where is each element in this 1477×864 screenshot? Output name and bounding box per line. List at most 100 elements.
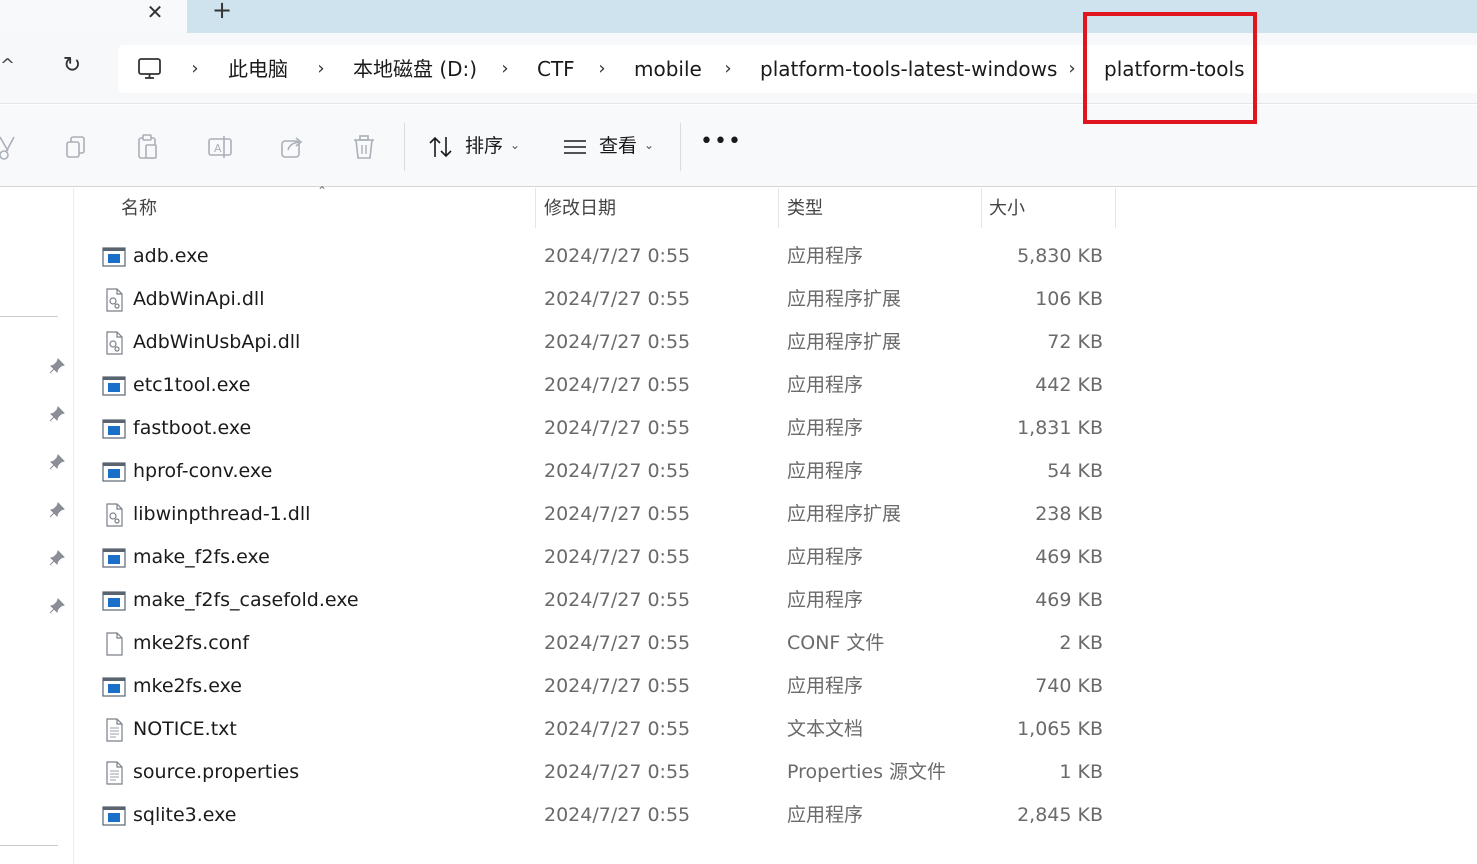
column-header-name[interactable]: 名称	[113, 188, 533, 230]
file-name: sqlite3.exe	[133, 804, 237, 826]
copy-icon[interactable]	[63, 133, 89, 161]
file-row[interactable]: NOTICE.txt 2024/7/27 0:55 文本文档 1,065 KB	[75, 708, 1115, 751]
monitor-icon[interactable]	[137, 57, 163, 81]
close-icon[interactable]: ✕	[143, 2, 167, 24]
breadcrumb-item-platform-tools[interactable]: platform-tools	[1104, 55, 1245, 83]
refresh-icon[interactable]: ↻	[58, 53, 86, 83]
file-name: mke2fs.exe	[133, 675, 242, 697]
sort-button[interactable]: 排序	[465, 134, 503, 158]
file-name: AdbWinUsbApi.dll	[133, 331, 301, 353]
view-icon[interactable]	[562, 133, 588, 161]
breadcrumb-item-this-pc[interactable]: 此电脑	[228, 55, 288, 83]
file-row[interactable]: make_f2fs_casefold.exe 2024/7/27 0:55 应用程序…	[75, 579, 1115, 622]
pin-icon[interactable]	[48, 357, 66, 375]
exe-file-icon	[102, 548, 126, 568]
command-bar: A 排序 ⌄ 查看 ⌄ •••	[0, 105, 1477, 187]
column-header-size[interactable]: 大小	[981, 188, 1115, 230]
breadcrumb-item-ctf[interactable]: CTF	[537, 55, 575, 83]
chevron-down-icon: ⌄	[644, 138, 655, 152]
file-row[interactable]: sqlite3.exe 2024/7/27 0:55 应用程序 2,845 KB	[75, 794, 1115, 837]
file-type: 应用程序扩展	[787, 288, 902, 310]
file-size: 106 KB	[1035, 288, 1103, 310]
file-row[interactable]: adb.exe 2024/7/27 0:55 应用程序 5,830 KB	[75, 235, 1115, 278]
column-resize-handle[interactable]	[1115, 188, 1116, 228]
pin-icon[interactable]	[48, 597, 66, 615]
sort-icon[interactable]	[428, 133, 454, 161]
file-row[interactable]: source.properties 2024/7/27 0:55 Propertie…	[75, 751, 1115, 794]
share-icon[interactable]	[279, 133, 305, 161]
pane-divider	[0, 316, 58, 317]
up-arrow-icon[interactable]: ^	[0, 55, 16, 81]
file-row[interactable]: etc1tool.exe 2024/7/27 0:55 应用程序 442 KB	[75, 364, 1115, 407]
file-size: 238 KB	[1035, 503, 1103, 525]
rename-icon[interactable]: A	[207, 133, 233, 161]
file-date: 2024/7/27 0:55	[544, 718, 691, 740]
file-size: 469 KB	[1035, 589, 1103, 611]
file-date: 2024/7/27 0:55	[544, 761, 691, 783]
breadcrumb-separator[interactable]: ›	[188, 55, 202, 83]
exe-file-icon	[102, 419, 126, 439]
exe-file-icon	[102, 591, 126, 611]
file-row[interactable]: libwinpthread-1.dll 2024/7/27 0:55 应用程序扩展 2…	[75, 493, 1115, 536]
file-row[interactable]: AdbWinUsbApi.dll 2024/7/27 0:55 应用程序扩展 72 K…	[75, 321, 1115, 364]
new-tab-button[interactable]: +	[208, 0, 236, 24]
file-name: make_f2fs.exe	[133, 546, 270, 568]
chevron-down-icon: ⌄	[510, 138, 521, 152]
file-size: 2 KB	[1059, 632, 1103, 654]
file-row[interactable]: AdbWinApi.dll 2024/7/27 0:55 应用程序扩展 106 KB	[75, 278, 1115, 321]
dll-file-icon	[106, 503, 123, 527]
exe-file-icon	[102, 806, 126, 826]
file-date: 2024/7/27 0:55	[544, 632, 691, 654]
more-options-icon[interactable]: •••	[700, 131, 741, 161]
breadcrumb-separator[interactable]: ›	[498, 55, 512, 83]
file-row[interactable]: make_f2fs.exe 2024/7/27 0:55 应用程序 469 KB	[75, 536, 1115, 579]
view-button[interactable]: 查看	[599, 134, 637, 158]
file-date: 2024/7/27 0:55	[544, 331, 691, 353]
dll-file-icon	[106, 288, 123, 312]
delete-icon[interactable]	[351, 133, 377, 161]
file-date: 2024/7/27 0:55	[544, 460, 691, 482]
breadcrumb-item-drive-d[interactable]: 本地磁盘 (D:)	[353, 55, 477, 83]
file-date: 2024/7/27 0:55	[544, 546, 691, 568]
file-size: 469 KB	[1035, 546, 1103, 568]
file-row[interactable]: mke2fs.exe 2024/7/27 0:55 应用程序 740 KB	[75, 665, 1115, 708]
exe-file-icon	[102, 247, 126, 267]
file-type: 应用程序	[787, 675, 864, 697]
breadcrumb-separator[interactable]: ›	[1065, 55, 1079, 83]
pin-icon[interactable]	[48, 453, 66, 471]
file-size: 740 KB	[1035, 675, 1103, 697]
file-row[interactable]: fastboot.exe 2024/7/27 0:55 应用程序 1,831 KB	[75, 407, 1115, 450]
file-date: 2024/7/27 0:55	[544, 374, 691, 396]
cut-icon[interactable]	[0, 133, 20, 161]
file-type: Properties 源文件	[787, 761, 947, 783]
paste-icon[interactable]	[135, 133, 161, 161]
pin-icon[interactable]	[48, 549, 66, 567]
breadcrumb-separator[interactable]: ›	[595, 55, 609, 83]
file-row[interactable]: hprof-conv.exe 2024/7/27 0:55 应用程序 54 KB	[75, 450, 1115, 493]
address-row: ^ ↻ › 此电脑 › 本地磁盘 (D:) › CTF › mobile › p…	[0, 33, 1477, 104]
column-header-type[interactable]: 类型	[779, 188, 979, 230]
breadcrumb-item-platform-tools-latest-windows[interactable]: platform-tools-latest-windows	[760, 55, 1057, 83]
breadcrumb-separator[interactable]: ›	[314, 55, 328, 83]
breadcrumb-separator[interactable]: ›	[721, 55, 735, 83]
pin-icon[interactable]	[48, 501, 66, 519]
pane-divider	[0, 845, 58, 846]
tab-active[interactable]: ✕	[0, 0, 187, 33]
address-bar[interactable]: › 此电脑 › 本地磁盘 (D:) › CTF › mobile › platf…	[118, 45, 1477, 93]
column-header-row: ⌃ 名称 修改日期 类型 大小	[75, 184, 1116, 230]
column-header-date[interactable]: 修改日期	[536, 188, 776, 230]
file-type: 文本文档	[787, 718, 864, 740]
pin-icon[interactable]	[48, 405, 66, 423]
file-name: make_f2fs_casefold.exe	[133, 589, 359, 611]
exe-file-icon	[102, 677, 126, 697]
dll-file-icon	[106, 331, 123, 355]
file-type: 应用程序	[787, 589, 864, 611]
file-date: 2024/7/27 0:55	[544, 804, 691, 826]
txt-file-icon	[106, 718, 123, 742]
file-size: 72 KB	[1047, 331, 1103, 353]
breadcrumb-item-mobile[interactable]: mobile	[634, 55, 702, 83]
file-type: CONF 文件	[787, 632, 885, 654]
file-row[interactable]: mke2fs.conf 2024/7/27 0:55 CONF 文件 2 KB	[75, 622, 1115, 665]
txt-file-icon	[106, 761, 123, 785]
file-size: 1 KB	[1059, 761, 1103, 783]
